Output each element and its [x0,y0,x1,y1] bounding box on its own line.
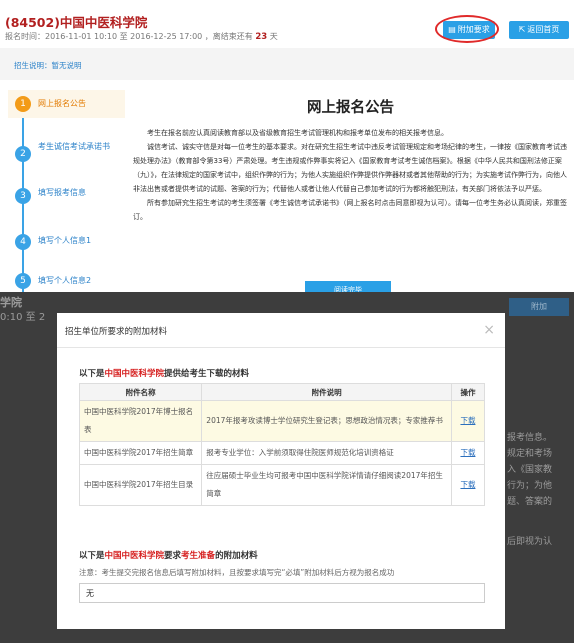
admission-note-bar: 招生说明：暂无说明 [0,48,574,80]
attachment-name: 中国中医科学院2017年招生目录 [78,464,203,506]
back-home-button[interactable]: ⇱ 返回首页 [509,21,569,39]
step-label: 填写个人信息1 [38,236,92,245]
materials-note: 注意：考生提交完报名信息后填写附加材料，且按要求填写完“必填”附加材料后方视为报… [79,568,395,577]
background-text-fragment: 规定和考场 [507,449,553,459]
school-code: (84502) [5,15,60,30]
step-number: 3 [15,188,31,204]
step-2[interactable]: 2 考生诚信考试承诺书 [8,140,125,174]
close-icon[interactable]: × [483,322,495,338]
table-row: 中国中医科学院2017年招生简章 报考专业学位：入学前须取得住院医师规范化培训资… [78,441,486,465]
table-header-row: 附件名称 附件说明 操作 [78,383,486,401]
step-number: 2 [15,146,31,162]
step-number: 4 [15,234,31,250]
additional-materials-dialog: 招生单位所要求的附加材料 × 以下是中国中医科学院提供给考生下载的材料 附件名称… [57,313,505,629]
prepare-section-heading: 以下是中国中医科学院要求考生准备的附加材料 [79,549,258,561]
step-label: 网上报名公告 [38,99,86,108]
admission-note: 招生说明：暂无说明 [14,61,82,70]
back-home-label: 返回首页 [527,25,560,34]
step-3[interactable]: 3 填写报考信息 [8,184,125,208]
heading-text: 以下是 [79,369,105,379]
attachment-name: 中国中医科学院2017年招生简章 [78,441,203,465]
background-text-fragment: 行为；为他 [507,481,553,491]
table-row: 中国中医科学院2017年博士报名表 2017年报考攻读博士学位研究生登记表；思想… [78,400,486,442]
download-link[interactable]: 下载 [460,448,475,457]
notice-title: 网上报名公告 [307,100,394,116]
background-text-fragment: 题、答案的 [507,497,553,507]
column-header-action: 操作 [450,383,486,401]
background-text-fragment: 入《国家教 [507,465,553,475]
return-icon: ⇱ [518,25,526,34]
background-text-fragment: 报考信息。 [507,433,553,443]
notice-paragraph: 考生在报名前应认真阅读教育部以及省级教育招生考试管理机构和报考单位发布的相关报考… [147,129,448,137]
page-header: (84502)中国中医科学院 报名时间：2016-11-01 10:10 至 2… [0,0,574,49]
online-registration-notice: 网上报名公告 考生在报名前应认真阅读教育部以及省级教育招生考试管理机构和报考单位… [127,82,574,299]
column-header-name: 附件名称 [78,383,203,401]
dialog-title: 招生单位所要求的附加材料 [65,327,168,337]
heading-text: 的附加材料 [215,551,258,561]
download-link[interactable]: 下载 [460,480,475,489]
column-header-description: 附件说明 [201,383,452,401]
attachment-action: 下载 [450,441,486,465]
background-button-label: 附加 [531,302,547,311]
period-suffix: 天 [267,32,278,41]
additional-materials-textarea[interactable]: 无 [79,583,485,603]
heading-school: 中国中医科学院 [104,369,165,379]
download-section-heading: 以下是中国中医科学院提供给考生下载的材料 [79,367,249,379]
attachments-table: 附件名称 附件说明 操作 中国中医科学院2017年博士报名表 2017年报考攻读… [78,383,486,506]
attachment-description: 往应届硕士毕业生均可报考中国中医科学院详情请仔细阅读2017年招生简章 [201,464,452,506]
dialog-divider [57,347,505,348]
heading-highlight: 考生准备 [181,551,216,561]
notice-paragraph: 诚信考试、诚实守信是对每一位考生的基本要求。对在研究生招生考试中违反考试管理规定… [133,143,567,193]
heading-text: 要求 [164,551,182,561]
table-row: 中国中医科学院2017年招生目录 往应届硕士毕业生均可报考中国中医科学院详情请仔… [78,464,486,506]
steps-sidebar: 1 网上报名公告 2 考生诚信考试承诺书 3 填写报考信息 4 填写个人信息1 … [8,82,125,304]
step-number: 1 [15,96,31,112]
notice-paragraph: 所有参加研究生招生考试的考生须签署《考生诚信考试承诺书》（网上报名时点击同意即视… [133,199,567,221]
attachment-name: 中国中医科学院2017年博士报名表 [78,400,203,442]
highlight-circle [435,15,499,43]
heading-text: 提供给考生下载的材料 [164,369,250,379]
period-text: 报名时间：2016-11-01 10:10 至 2016-12-25 17:00… [5,32,256,41]
step-1[interactable]: 1 网上报名公告 [8,90,125,118]
registration-period: 报名时间：2016-11-01 10:10 至 2016-12-25 17:00… [5,31,278,42]
step-5[interactable]: 5 填写个人信息2 [8,270,125,292]
download-link[interactable]: 下载 [460,416,475,425]
attachment-action: 下载 [450,464,486,506]
heading-school: 中国中医科学院 [104,551,165,561]
background-text-fragment: 后即视为认 [507,537,553,547]
attachment-description: 2017年报考攻读博士学位研究生登记表；思想政治情况表；专家推荐书 [201,400,452,442]
step-4[interactable]: 4 填写个人信息1 [8,230,125,254]
step-label: 填写报考信息 [38,188,86,197]
heading-text: 以下是 [79,551,105,561]
step-label: 填写个人信息2 [38,276,92,285]
days-remaining: 23 [255,32,268,42]
school-name: 中国中医科学院 [59,15,148,30]
step-number: 5 [15,273,31,289]
background-time-fragment: 0:10 至 2 [0,312,46,323]
attachment-description: 报考专业学位：入学前须取得住院医师规范化培训资格证 [201,441,452,465]
notice-body: 考生在报名前应认真阅读教育部以及省级教育招生考试管理机构和报考单位发布的相关报考… [133,126,569,224]
school-title: (84502)中国中医科学院 [5,12,147,31]
step-label: 考生诚信考试承诺书 [38,142,110,151]
attachment-action: 下载 [450,400,486,442]
background-button-fragment: 附加 [509,298,569,316]
